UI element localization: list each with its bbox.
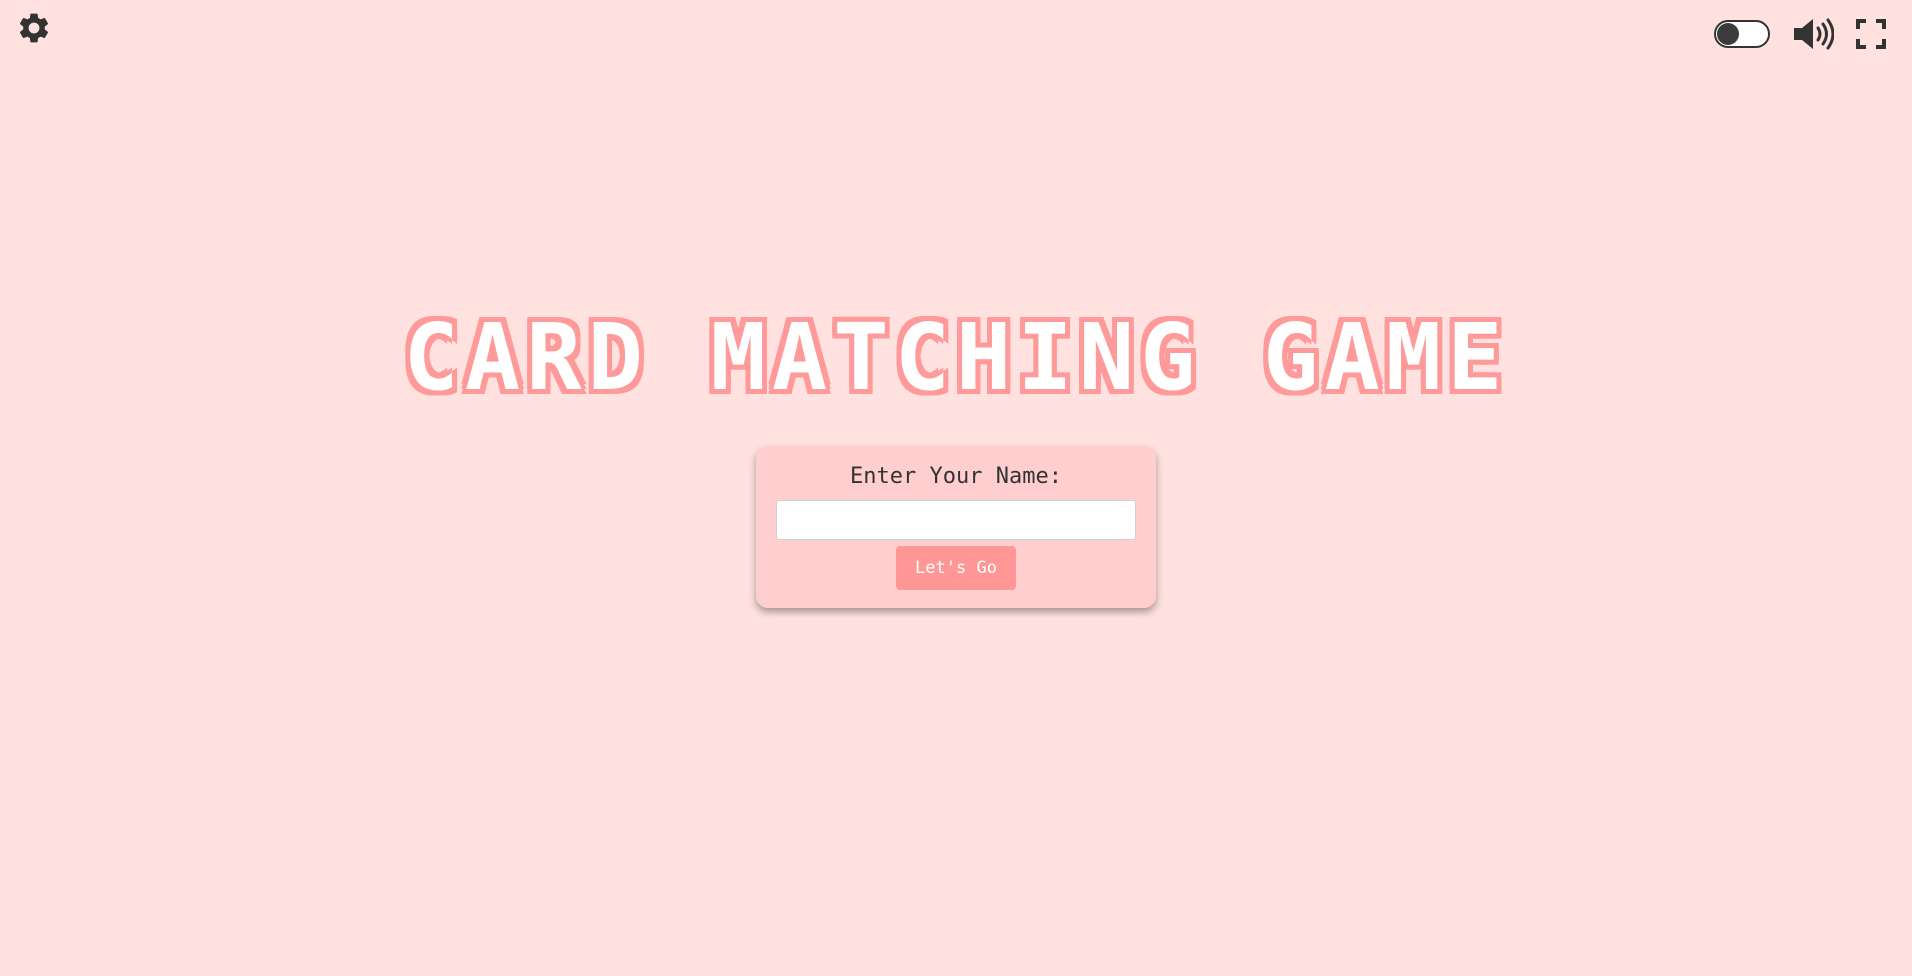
name-input[interactable] xyxy=(776,500,1136,540)
name-entry-card: Enter Your Name: Let's Go xyxy=(756,446,1156,608)
fullscreen-icon[interactable] xyxy=(1856,19,1886,49)
volume-icon[interactable] xyxy=(1792,17,1834,51)
top-left-controls xyxy=(16,10,52,50)
game-screen: CARD MATCHING GAME Enter Your Name: Let'… xyxy=(0,0,1912,976)
toggle-knob xyxy=(1717,23,1739,45)
name-label: Enter Your Name: xyxy=(850,464,1062,489)
lets-go-button[interactable]: Let's Go xyxy=(896,546,1016,590)
theme-toggle[interactable] xyxy=(1714,20,1770,48)
settings-gear-icon[interactable] xyxy=(16,10,52,46)
game-title: CARD MATCHING GAME xyxy=(403,304,1509,411)
top-right-controls xyxy=(1714,17,1886,51)
